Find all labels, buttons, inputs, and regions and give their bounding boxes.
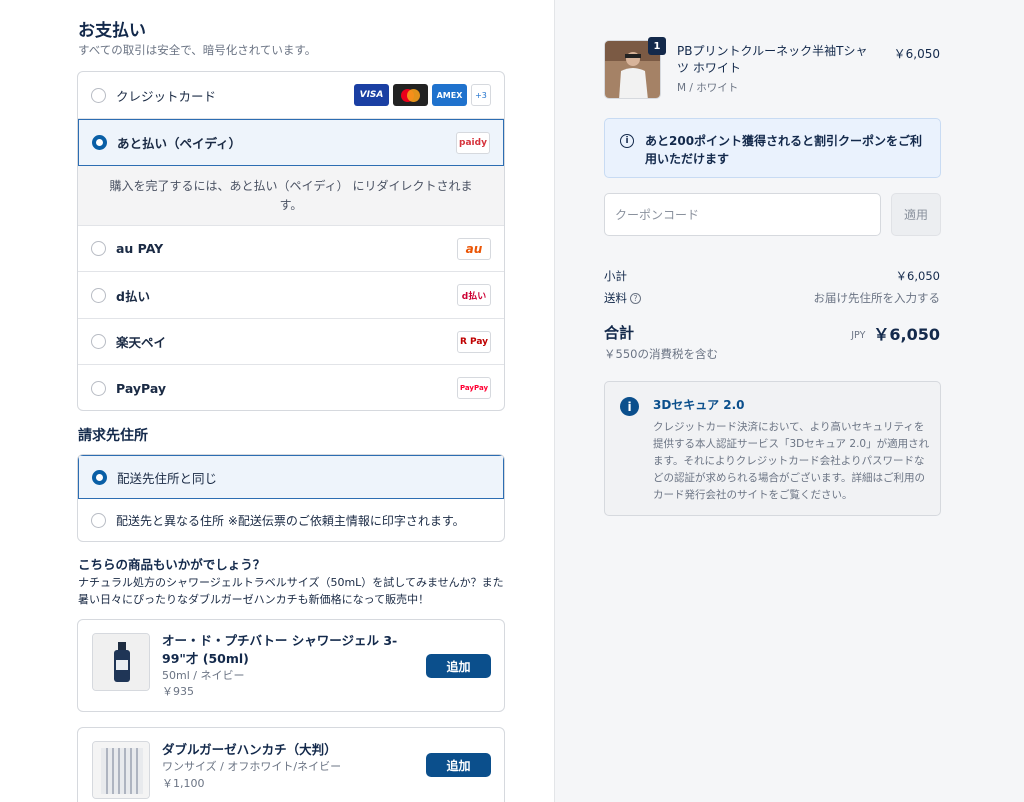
- radio-paidy[interactable]: [92, 135, 107, 150]
- points-notice-text: あと200ポイント獲得されると割引クーポンをご利用いただけます: [645, 134, 923, 166]
- points-notice: i あと200ポイント獲得されると割引クーポンをご利用いただけます: [604, 118, 941, 178]
- product-price: ￥935: [162, 685, 194, 698]
- order-item-price: ￥6,050: [893, 47, 940, 61]
- paypay-icon: PayPay: [457, 377, 491, 399]
- payment-subtitle: すべての取引は安全で、暗号化されています。: [78, 43, 317, 57]
- shipping-label-row: 送料?: [604, 290, 641, 306]
- recommend-text: ナチュラル処方のシャワージェルトラベルサイズ（50mL）を試してみませんか？また…: [78, 576, 504, 606]
- apply-coupon-button[interactable]: 適用: [891, 193, 941, 236]
- product-variant: ワンサイズ / オフホワイト/ネイビー: [162, 760, 342, 773]
- payment-option-label: PayPay: [116, 380, 167, 396]
- billing-title: 請求先住所: [78, 428, 148, 444]
- au-pay-icon: au: [457, 237, 491, 260]
- checkout-main: お支払い すべての取引は安全で、暗号化されています。 クレジットカード VISA…: [0, 0, 554, 802]
- payment-option-credit-card[interactable]: クレジットカード VISA AMEX +3: [78, 72, 504, 119]
- amex-icon: AMEX: [432, 84, 467, 106]
- rakuten-pay-icon: R Pay: [457, 330, 491, 353]
- radio-rakuten-pay[interactable]: [91, 334, 106, 349]
- total-value: ￥6,050: [873, 325, 940, 344]
- radio-billing-different[interactable]: [91, 513, 106, 528]
- help-icon[interactable]: ?: [630, 293, 641, 304]
- payment-methods: クレジットカード VISA AMEX +3 あと払い（ペイディ） paidy 購…: [77, 71, 505, 411]
- tax-note: ￥550の消費税を含む: [604, 347, 718, 361]
- card-logos: VISA AMEX +3: [354, 84, 491, 106]
- 3d-secure-body: クレジットカード決済において、より高いセキュリティを提供する本人認証サービス「3…: [653, 421, 930, 501]
- total-amount: JPY ￥6,050: [851, 321, 940, 345]
- info-icon: i: [620, 397, 639, 416]
- radio-au-pay[interactable]: [91, 241, 106, 256]
- billing-option-label: 配送先と異なる住所 ※配送伝票のご依頼主情報に印字されます。: [116, 514, 465, 528]
- 3d-secure-title: 3Dセキュア 2.0: [653, 398, 745, 412]
- billing-option-different[interactable]: 配送先と異なる住所 ※配送伝票のご依頼主情報に印字されます。: [78, 499, 504, 541]
- product-price: ￥1,100: [162, 777, 205, 790]
- subtotal-label: 小計: [604, 269, 627, 283]
- product-thumbnail: [92, 741, 150, 799]
- paidy-icon: paidy: [456, 131, 490, 154]
- product-name: オー・ド・プチバトー シャワージェル 3-99"才 (50ml): [162, 633, 398, 666]
- recommend-product-card: オー・ド・プチバトー シャワージェル 3-99"才 (50ml) 50ml / …: [77, 619, 505, 712]
- recommend-title: こちらの商品もいかがでしょう？: [78, 557, 266, 572]
- add-product-button[interactable]: 追加: [426, 654, 491, 678]
- more-cards-badge: +3: [471, 84, 491, 106]
- payment-option-label: d払い: [116, 288, 150, 304]
- shipping-value: お届け先住所を入力する: [813, 291, 941, 305]
- product-thumbnail: [92, 633, 150, 691]
- payment-option-label: あと払い（ペイディ）: [117, 136, 242, 151]
- billing-option-same[interactable]: 配送先住所と同じ: [78, 455, 504, 499]
- payment-option-label: クレジットカード: [116, 88, 217, 104]
- payment-title: お支払い: [78, 21, 146, 41]
- payment-option-label: 楽天ペイ: [116, 335, 167, 350]
- radio-credit-card[interactable]: [91, 87, 106, 103]
- payment-option-label: au PAY: [116, 241, 164, 256]
- payment-option-paidy[interactable]: あと払い（ペイディ） paidy: [78, 119, 504, 166]
- payment-option-d-barai[interactable]: d払い d払い: [78, 272, 504, 319]
- order-item-qty-badge: 1: [648, 37, 666, 55]
- recommend-product-card: ダブルガーゼハンカチ（大判） ワンサイズ / オフホワイト/ネイビー ￥1,10…: [77, 727, 505, 802]
- payment-option-au-pay[interactable]: au PAY au: [78, 226, 504, 272]
- visa-icon: VISA: [354, 84, 389, 106]
- order-item-variant: M / ホワイト: [677, 82, 739, 94]
- product-name: ダブルガーゼハンカチ（大判）: [162, 742, 337, 757]
- d-barai-icon: d払い: [457, 284, 491, 306]
- payment-option-rakuten-pay[interactable]: 楽天ペイ R Pay: [78, 319, 504, 365]
- coupon-input[interactable]: [604, 193, 881, 236]
- radio-d-barai[interactable]: [91, 287, 106, 303]
- radio-paypay[interactable]: [91, 380, 106, 396]
- billing-option-label: 配送先住所と同じ: [117, 470, 218, 486]
- mastercard-icon: [393, 84, 428, 106]
- radio-billing-same[interactable]: [92, 469, 107, 485]
- subtotal-value: ￥6,050: [895, 269, 940, 283]
- total-currency: JPY: [851, 330, 866, 341]
- payment-option-paypay[interactable]: PayPay PayPay: [78, 365, 504, 410]
- info-icon: i: [620, 134, 634, 148]
- 3d-secure-notice: i 3Dセキュア 2.0 クレジットカード決済において、より高いセキュリティを提…: [604, 381, 941, 516]
- paidy-redirect-notice: 購入を完了するには、あと払い（ペイディ） にリダイレクトされます。: [78, 166, 504, 226]
- order-item-name: PBプリントクルーネック半袖Tシャツ ホワイト: [677, 44, 868, 75]
- add-product-button[interactable]: 追加: [426, 753, 491, 777]
- billing-options: 配送先住所と同じ 配送先と異なる住所 ※配送伝票のご依頼主情報に印字されます。: [77, 454, 505, 542]
- shipping-label: 送料: [604, 291, 627, 305]
- product-variant: 50ml / ネイビー: [162, 669, 245, 682]
- total-label: 合計: [604, 324, 635, 342]
